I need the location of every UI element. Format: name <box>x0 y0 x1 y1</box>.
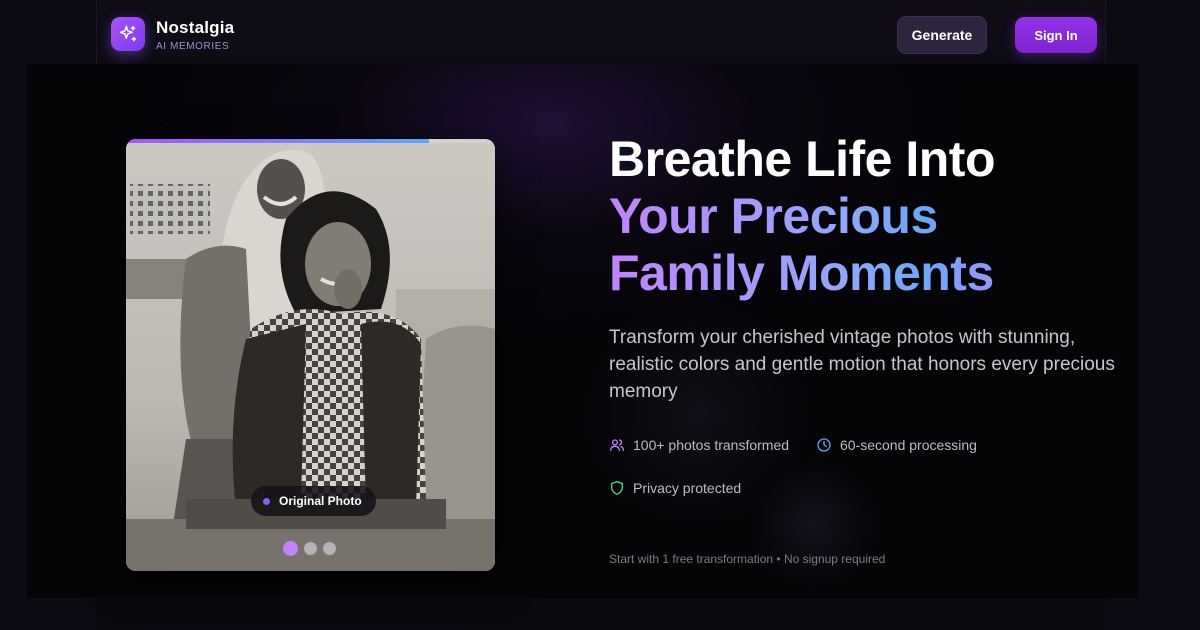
footnote: Start with 1 free transformation • No si… <box>609 552 886 566</box>
brand-name[interactable]: Nostalgia <box>156 18 234 38</box>
slide-progress-track <box>126 139 495 143</box>
feature-privacy: Privacy protected <box>609 480 741 496</box>
hero-title: Breathe Life Into Your Precious Family M… <box>609 131 1129 302</box>
background-glow <box>749 459 879 589</box>
feature-label: Privacy protected <box>633 480 742 496</box>
hero-title-line-1: Breathe Life Into <box>609 131 995 187</box>
original-photo-badge: Original Photo <box>251 486 376 516</box>
shield-icon <box>611 481 623 495</box>
users-icon <box>610 439 624 451</box>
badge-label: Original Photo <box>279 494 362 508</box>
header: Nostalgia AI MEMORIES Generate Sign In <box>96 0 1106 64</box>
slide-dots <box>283 541 336 556</box>
brand-subtitle: AI MEMORIES <box>156 41 230 52</box>
slide-dot-3[interactable] <box>323 542 336 555</box>
sign-in-button[interactable]: Sign In <box>1015 17 1097 53</box>
page: Nostalgia AI MEMORIES Generate Sign In O… <box>0 0 1200 630</box>
feature-photos-transformed: 100+ photos transformed <box>609 437 789 453</box>
feature-label: 60-second processing <box>840 437 977 453</box>
feature-label: 100+ photos transformed <box>633 437 790 453</box>
hero-title-line-2: Your Precious <box>609 188 1129 245</box>
hero-section: Original Photo Breathe Life Into Your Pr… <box>27 64 1138 598</box>
sparkles-icon <box>119 25 137 42</box>
photo-card[interactable]: Original Photo <box>126 139 495 571</box>
slide-dot-2[interactable] <box>304 542 317 555</box>
clock-icon <box>817 438 831 452</box>
feature-processing-time: 60-second processing <box>816 437 977 453</box>
hero-description: Transform your cherished vintage photos … <box>609 327 1115 402</box>
slide-progress-fill <box>126 139 429 143</box>
hero-title-line-3: Family Moments <box>609 245 1129 302</box>
slide-dot-1[interactable] <box>283 541 298 556</box>
generate-button[interactable]: Generate <box>897 16 987 54</box>
badge-dot <box>263 497 270 505</box>
logo[interactable] <box>111 17 145 51</box>
